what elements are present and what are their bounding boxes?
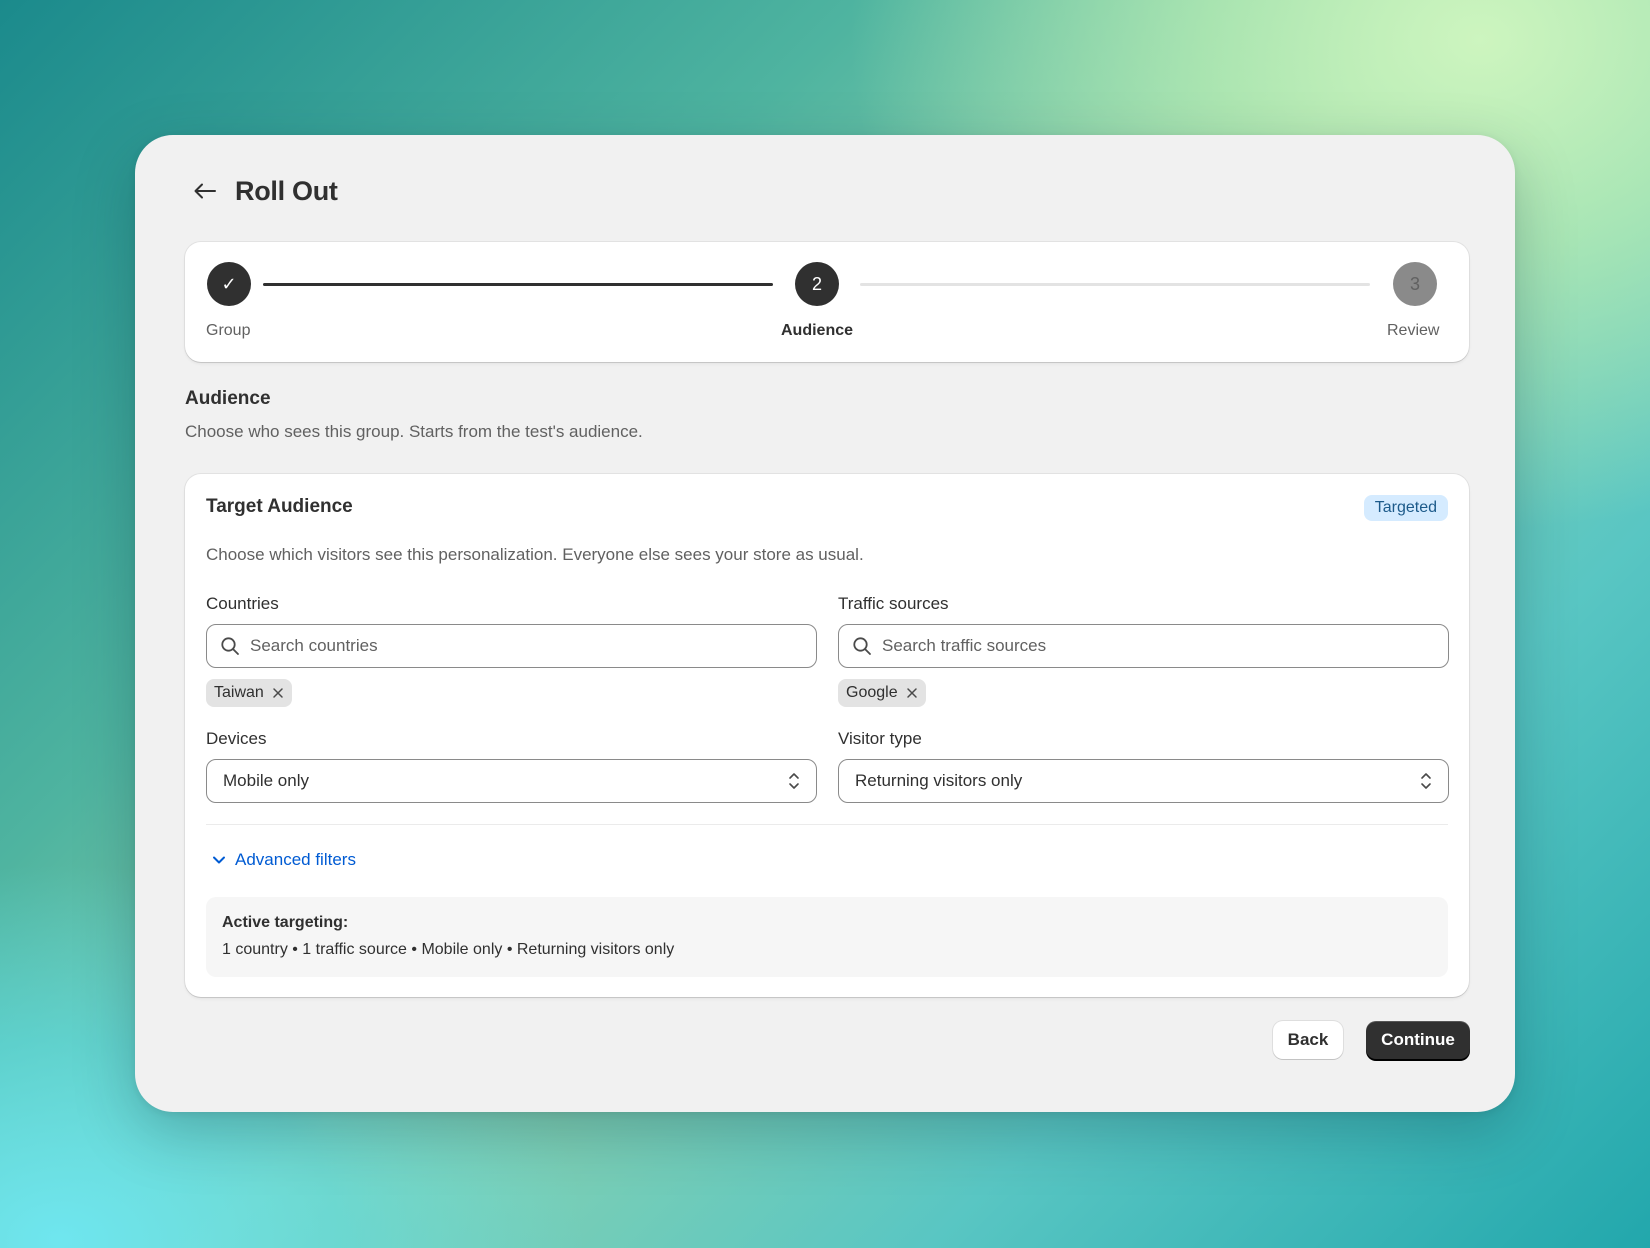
country-tag: Taiwan	[206, 679, 292, 707]
check-icon: ✓	[221, 273, 237, 294]
countries-search-input[interactable]: Search countries	[206, 624, 817, 668]
step-1-circle[interactable]: ✓	[207, 262, 251, 306]
tag-label: Taiwan	[214, 684, 264, 701]
visitor-type-value: Returning visitors only	[855, 771, 1023, 790]
active-targeting-summary: Active targeting: 1 country • 1 traffic …	[206, 897, 1448, 977]
page-title: Roll Out	[235, 175, 338, 206]
progress-line-upcoming	[860, 283, 1370, 286]
targeted-badge: Targeted	[1363, 495, 1448, 521]
tag-label: Google	[846, 684, 898, 701]
search-icon	[852, 636, 872, 656]
summary-title: Active targeting:	[222, 914, 349, 931]
advanced-filters-label: Advanced filters	[235, 850, 356, 869]
traffic-sources-search-input[interactable]: Search traffic sources	[838, 624, 1449, 668]
visitor-type-label: Visitor type	[838, 729, 922, 748]
select-chevron-icon	[788, 771, 800, 791]
countries-placeholder: Search countries	[250, 636, 378, 655]
step-2-circle[interactable]: 2	[795, 262, 839, 306]
roll-out-dialog: Roll Out ✓ Group 2 Audience 3 Review Aud…	[135, 135, 1515, 1112]
chevron-down-icon	[212, 855, 226, 865]
summary-text: 1 country • 1 traffic source • Mobile on…	[222, 941, 675, 958]
devices-label: Devices	[206, 729, 267, 748]
section-title: Audience	[185, 388, 271, 409]
back-button[interactable]: Back	[1273, 1021, 1343, 1059]
step-1-label: Group	[206, 322, 251, 339]
page-header: Roll Out	[189, 175, 338, 207]
section-description: Choose who sees this group. Starts from …	[185, 422, 643, 441]
traffic-sources-placeholder: Search traffic sources	[882, 636, 1047, 655]
traffic-sources-label: Traffic sources	[838, 594, 949, 613]
card-title: Target Audience	[206, 496, 353, 517]
select-chevron-icon	[1420, 771, 1432, 791]
devices-value: Mobile only	[223, 771, 309, 790]
search-icon	[220, 636, 240, 656]
target-audience-card: Target Audience Targeted Choose which vi…	[185, 474, 1469, 997]
card-description: Choose which visitors see this personali…	[206, 545, 864, 564]
divider	[206, 824, 1448, 825]
continue-button[interactable]: Continue	[1366, 1021, 1470, 1059]
close-icon[interactable]	[906, 687, 918, 699]
visitor-type-select[interactable]: Returning visitors only	[838, 759, 1449, 803]
step-3-circle[interactable]: 3	[1393, 262, 1437, 306]
stepper: ✓ Group 2 Audience 3 Review	[185, 242, 1469, 362]
devices-select[interactable]: Mobile only	[206, 759, 817, 803]
step-2-label: Audience	[781, 322, 854, 339]
step-3-label: Review	[1387, 322, 1440, 339]
traffic-source-tag: Google	[838, 679, 926, 707]
back-arrow-icon[interactable]	[189, 175, 221, 207]
progress-line-complete	[263, 283, 773, 286]
advanced-filters-toggle[interactable]: Advanced filters	[212, 850, 356, 870]
countries-label: Countries	[206, 594, 279, 613]
close-icon[interactable]	[272, 687, 284, 699]
